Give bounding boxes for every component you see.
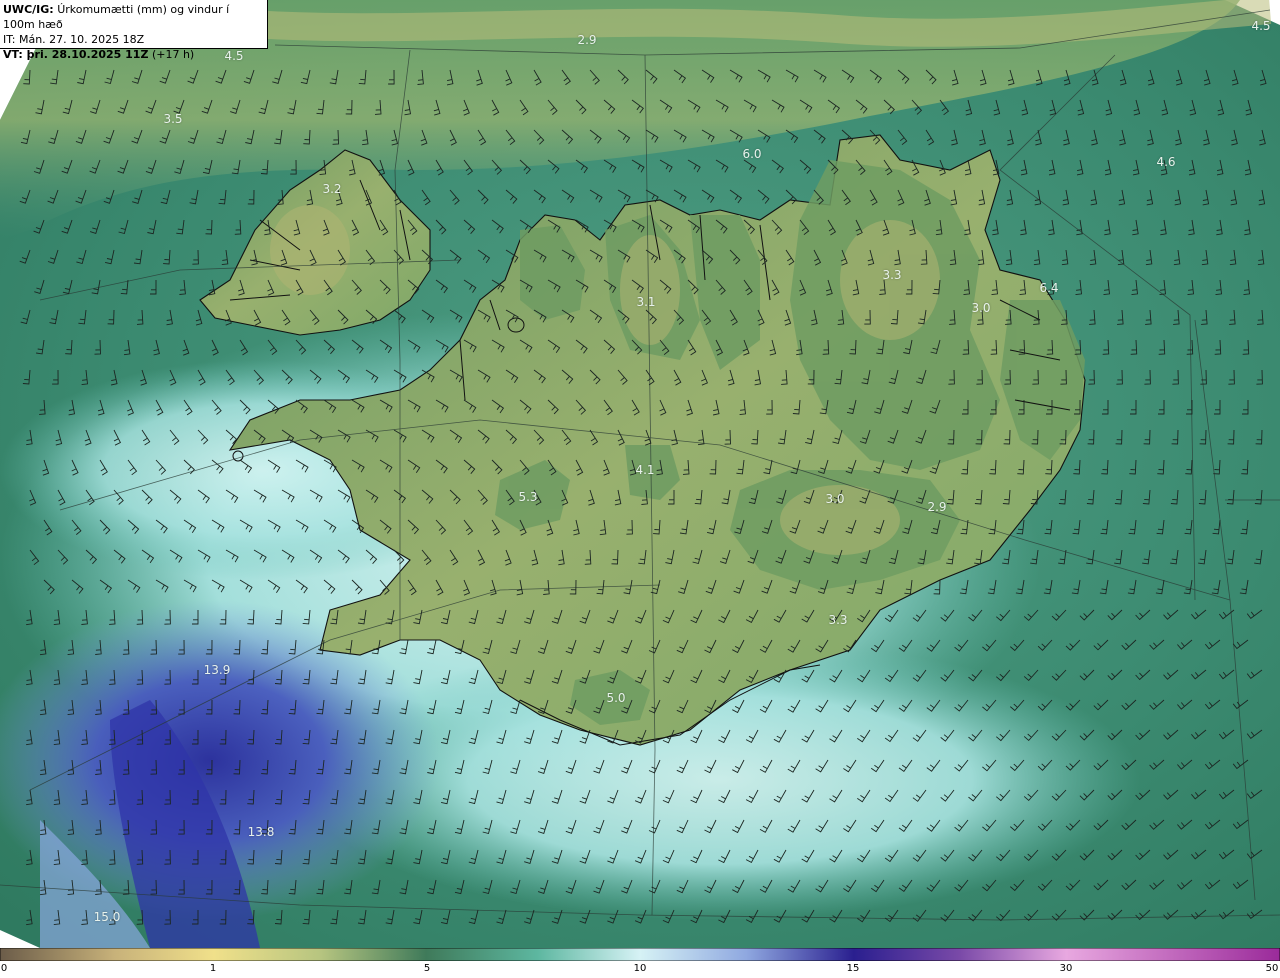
colorbar-tick: 5	[423, 963, 431, 974]
colorbar-tick: 30	[1059, 963, 1073, 974]
colorbar-tick: 10	[633, 963, 647, 974]
product-line: UWC/IG: Úrkomumætti (mm) og vindur í 100…	[3, 2, 264, 32]
value-label: 3.5	[163, 112, 183, 126]
valid-line: VT: þri. 28.10.2025 11Z (+17 h)	[3, 47, 264, 62]
value-label: 3.0	[825, 492, 845, 506]
value-label: 2.9	[927, 500, 947, 514]
value-label: 2.9	[577, 33, 597, 47]
value-label: 4.5	[1251, 19, 1271, 33]
value-label: 4.1	[635, 463, 655, 477]
colorbar-tick: 0	[0, 963, 8, 974]
value-label: 3.3	[882, 268, 902, 282]
value-label: 3.1	[636, 295, 656, 309]
value-label: 3.2	[322, 182, 342, 196]
value-label: 3.3	[828, 613, 848, 627]
product-code: UWC/IG:	[3, 3, 54, 16]
value-label: 6.0	[742, 147, 762, 161]
value-label: 4.6	[1156, 155, 1176, 169]
colorbar-tick: 1	[209, 963, 217, 974]
value-label: 3.0	[971, 301, 991, 315]
value-label: 15.0	[93, 910, 121, 924]
forecast-map[interactable]: 2.9 4.5 4.5 3.5 6.0 4.6 3.2 3.3 3.0 6.4 …	[0, 0, 1280, 948]
value-label: 5.0	[606, 691, 626, 705]
value-label: 5.3	[518, 490, 538, 504]
map-title-box: UWC/IG: Úrkomumætti (mm) og vindur í 100…	[0, 0, 268, 61]
forecast-offset: (+17 h)	[151, 48, 195, 61]
colorbar-tick: 50	[1265, 963, 1279, 974]
value-label: 13.8	[247, 825, 275, 839]
valid-time: VT: þri. 28.10.2025 11Z	[3, 48, 149, 61]
colorbar	[0, 948, 1280, 961]
colorbar-ticks: 0 1 5 10 15 30 50	[0, 961, 1280, 978]
init-time: IT: Mán. 27. 10. 2025 18Z	[3, 33, 145, 46]
colorbar-tick: 15	[846, 963, 860, 974]
value-label: 6.4	[1039, 281, 1059, 295]
value-label: 13.9	[203, 663, 231, 677]
